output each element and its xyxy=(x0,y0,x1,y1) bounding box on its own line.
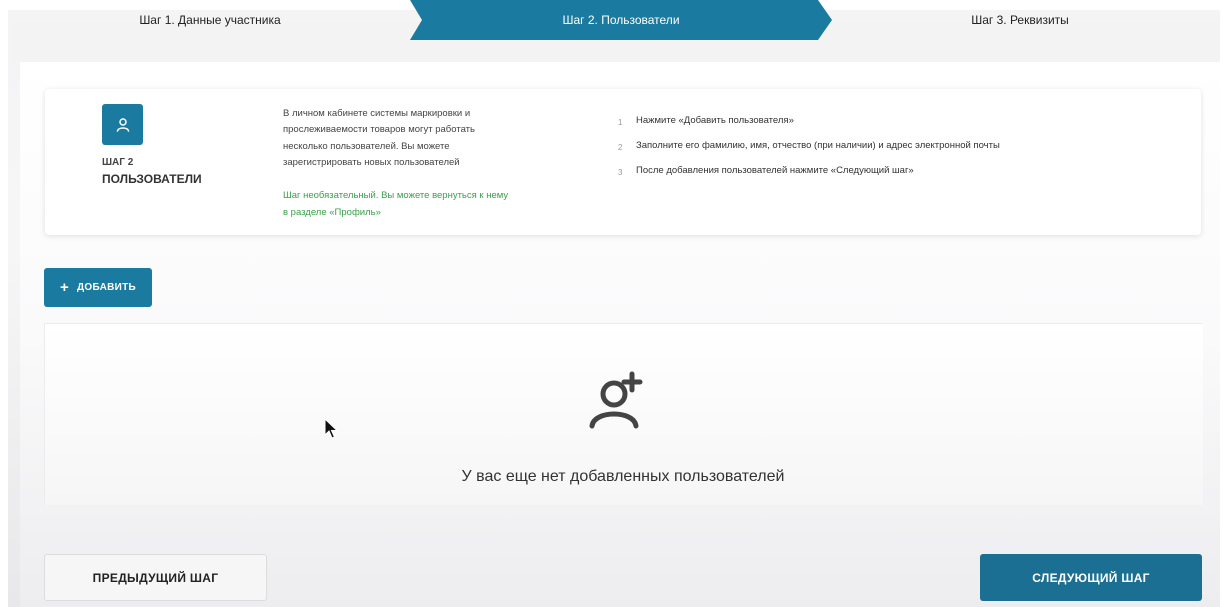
empty-state-message: У вас еще нет добавленных пользователей xyxy=(461,468,785,485)
description-line: зарегистрировать новых пользователей xyxy=(283,156,460,168)
step-number: ШАГ 2 xyxy=(102,157,134,168)
instruction-number: 2 xyxy=(618,143,623,152)
next-step-button[interactable]: СЛЕДУЮЩИЙ ШАГ xyxy=(980,554,1202,601)
previous-step-button[interactable]: ПРЕДЫДУЩИЙ ШАГ xyxy=(44,554,267,601)
step-name: ПОЛЬЗОВАТЕЛИ xyxy=(102,172,202,186)
instruction-text: После добавления пользователей нажмите «… xyxy=(636,165,914,176)
hint-line: Шаг необязательный. Вы можете вернуться … xyxy=(283,190,509,201)
mouse-cursor-icon xyxy=(324,418,338,439)
user-icon xyxy=(116,117,129,132)
step-1-tab[interactable]: Шаг 1. Данные участника xyxy=(60,0,360,40)
instruction-number: 3 xyxy=(618,168,623,177)
step-description: В личном кабинете системы маркировки и п… xyxy=(283,106,523,171)
instruction-item: 3 После добавления пользователей нажмите… xyxy=(618,164,1000,189)
instruction-number: 1 xyxy=(618,118,623,127)
add-user-button[interactable]: + ДОБАВИТЬ xyxy=(44,268,152,307)
hint-line: в разделе «Профиль» xyxy=(283,206,381,218)
description-line: несколько пользователей. Вы можете xyxy=(283,140,450,152)
optional-step-hint: Шаг необязательный. Вы можете вернуться … xyxy=(283,188,533,221)
description-line: В личном кабинете системы маркировки и xyxy=(283,108,471,119)
add-button-label: ДОБАВИТЬ xyxy=(77,282,137,293)
instruction-item: 1 Нажмите «Добавить пользователя» xyxy=(618,114,1000,139)
step-icon-box xyxy=(102,104,143,145)
instruction-text: Нажмите «Добавить пользователя» xyxy=(636,115,794,126)
add-user-icon xyxy=(589,371,643,429)
step-2-tab[interactable]: Шаг 2. Пользователи xyxy=(410,0,832,40)
plus-icon: + xyxy=(59,279,69,296)
step-3-tab[interactable]: Шаг 3. Реквизиты xyxy=(870,0,1170,40)
description-line: прослеживаемости товаров могут работать xyxy=(283,124,475,136)
instructions-list: 1 Нажмите «Добавить пользователя» 2 Запо… xyxy=(618,114,1000,189)
instruction-item: 2 Заполните его фамилию, имя, отчество (… xyxy=(618,139,1000,164)
instruction-text: Заполните его фамилию, имя, отчество (пр… xyxy=(636,140,1000,151)
